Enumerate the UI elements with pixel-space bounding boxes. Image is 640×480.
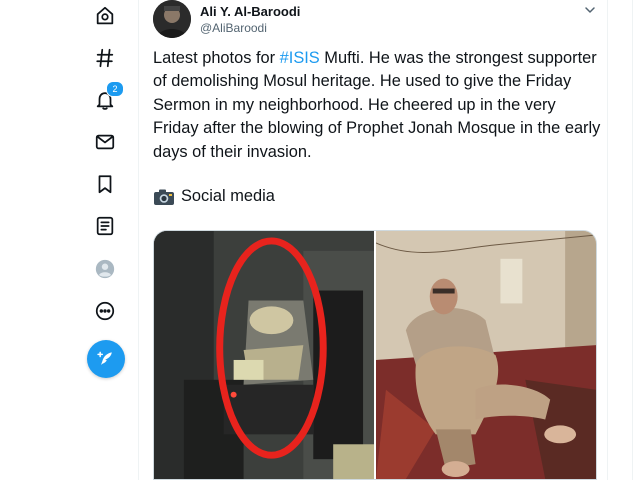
media-caption-text: Social media: [181, 187, 275, 205]
author-name[interactable]: Ali Y. Al-Baroodi: [200, 4, 300, 19]
lists-icon[interactable]: [92, 213, 118, 239]
media-caption: Social media: [153, 187, 275, 206]
sidebar-nav: 2: [0, 0, 138, 480]
communities-icon[interactable]: [92, 3, 118, 29]
tweet-text: Latest photos for #ISIS Mufti. He was th…: [153, 47, 601, 164]
right-panel-border: [632, 0, 640, 480]
camera-emoji: [154, 189, 174, 205]
author-avatar[interactable]: [153, 0, 191, 38]
right-sidebar-edge: [608, 0, 640, 480]
hashtag-link[interactable]: #ISIS: [280, 49, 320, 67]
explore-icon[interactable]: [92, 45, 118, 71]
messages-icon[interactable]: [92, 129, 118, 155]
compose-tweet-button[interactable]: [87, 340, 125, 378]
more-icon[interactable]: [92, 298, 118, 324]
profile-icon[interactable]: [92, 256, 118, 282]
notification-count-badge: 2: [106, 81, 124, 97]
compose-tweet-icon: [97, 351, 112, 365]
tweet-photo-2[interactable]: [375, 231, 596, 479]
author-handle[interactable]: @AliBaroodi: [200, 21, 267, 35]
chevron-down-icon[interactable]: [583, 3, 597, 17]
timeline-column: Ali Y. Al-Baroodi @AliBaroodi Latest pho…: [138, 0, 608, 480]
notifications-icon[interactable]: 2: [92, 81, 124, 113]
bookmarks-icon[interactable]: [92, 171, 118, 197]
tweet-media-grid: [153, 230, 597, 480]
tweet-photo-1[interactable]: [154, 231, 374, 479]
tweet-text-start: Latest photos for: [153, 49, 280, 67]
